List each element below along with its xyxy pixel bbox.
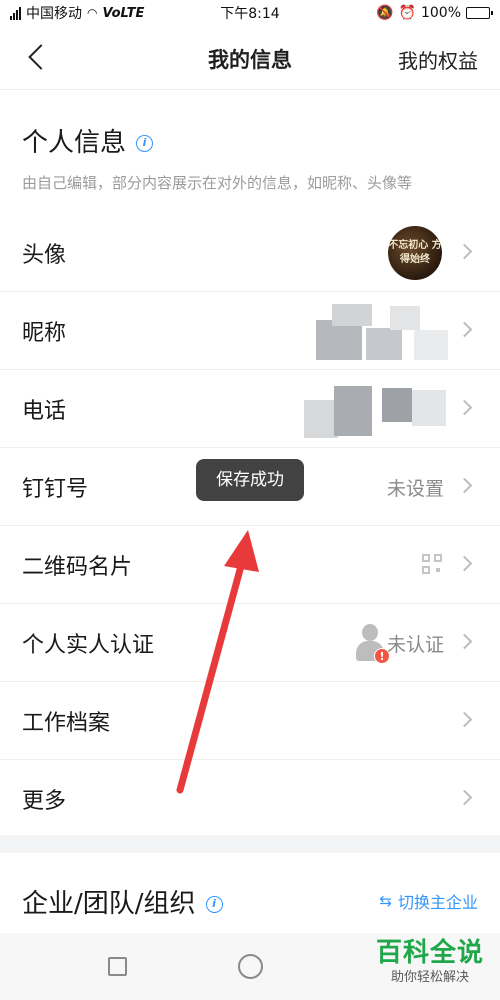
row-qr-card[interactable]: 二维码名片: [0, 526, 500, 604]
organization-card: 企业/团队/组织 i ⇆ 切换主企业: [0, 853, 500, 933]
battery-icon: [466, 7, 493, 19]
info-icon[interactable]: i: [205, 896, 223, 913]
signal-icon: [10, 6, 21, 20]
watermark-logo: 百科全说 助你轻松解决: [370, 937, 490, 995]
row-label: 工作档案: [22, 711, 111, 736]
section-title-text: 企业/团队/组织: [22, 889, 196, 919]
chevron-right-icon: [456, 789, 473, 806]
switch-icon: ⇆: [379, 892, 392, 910]
row-label: 更多: [22, 789, 67, 814]
avatar: 不忘初心 方得始终: [388, 226, 442, 280]
chevron-right-icon: [456, 711, 473, 728]
network-label: VoLTE: [102, 5, 145, 21]
wifi-icon: ◠: [87, 6, 98, 20]
info-icon[interactable]: i: [136, 135, 154, 152]
row-value: 未认证: [386, 634, 444, 656]
nav-bar: 我的信息 我的权益: [0, 26, 500, 90]
mute-icon: 🔕: [376, 5, 394, 21]
section-subtitle: 由自己编辑，部分内容展示在对外的信息，如昵称、头像等: [22, 174, 413, 192]
row-label: 电话: [22, 399, 67, 424]
row-work-profile[interactable]: 工作档案: [0, 682, 500, 760]
qr-code-icon: [422, 554, 442, 574]
row-phone[interactable]: 电话: [0, 370, 500, 448]
row-label: 二维码名片: [22, 555, 133, 580]
redacted-nickname: [304, 302, 464, 360]
battery-percent: 100%: [420, 5, 461, 21]
chevron-right-icon: [456, 633, 473, 650]
section-title-org: 企业/团队/组织 i: [22, 883, 223, 920]
row-label: 钉钉号: [22, 477, 89, 502]
alarm-icon: ⏰: [398, 5, 416, 21]
section-title-text: 个人信息: [22, 128, 127, 158]
person-icon: !: [356, 624, 390, 664]
redacted-phone: [304, 380, 464, 438]
recent-apps-button[interactable]: [108, 957, 127, 976]
row-nickname[interactable]: 昵称: [0, 292, 500, 370]
home-button[interactable]: [238, 954, 263, 979]
status-bar: 中国移动 ◠ VoLTE 下午8:14 🔕 ⏰ 100%: [0, 0, 500, 26]
chevron-right-icon: [456, 477, 473, 494]
row-more[interactable]: 更多: [0, 760, 500, 838]
chevron-right-icon: [456, 555, 473, 572]
watermark-title: 百科全说: [375, 938, 484, 968]
row-label: 个人实人认证: [22, 633, 155, 658]
switch-main-enterprise-button[interactable]: ⇆ 切换主企业: [379, 889, 478, 913]
my-benefits-link[interactable]: 我的权益: [398, 45, 478, 74]
row-label: 头像: [22, 243, 67, 268]
carrier-label: 中国移动: [26, 6, 82, 22]
switch-label: 切换主企业: [397, 893, 478, 912]
section-title-personal: 个人信息 i: [22, 122, 154, 159]
watermark-subtitle: 助你轻松解决: [390, 970, 469, 985]
toast-message: 保存成功: [196, 459, 304, 501]
row-real-name-verification[interactable]: 个人实人认证 ! 未认证: [0, 604, 500, 682]
row-value: 未设置: [386, 478, 444, 500]
chevron-right-icon: [456, 243, 473, 260]
row-label: 昵称: [22, 321, 67, 346]
row-avatar[interactable]: 头像 不忘初心 方得始终: [0, 214, 500, 292]
